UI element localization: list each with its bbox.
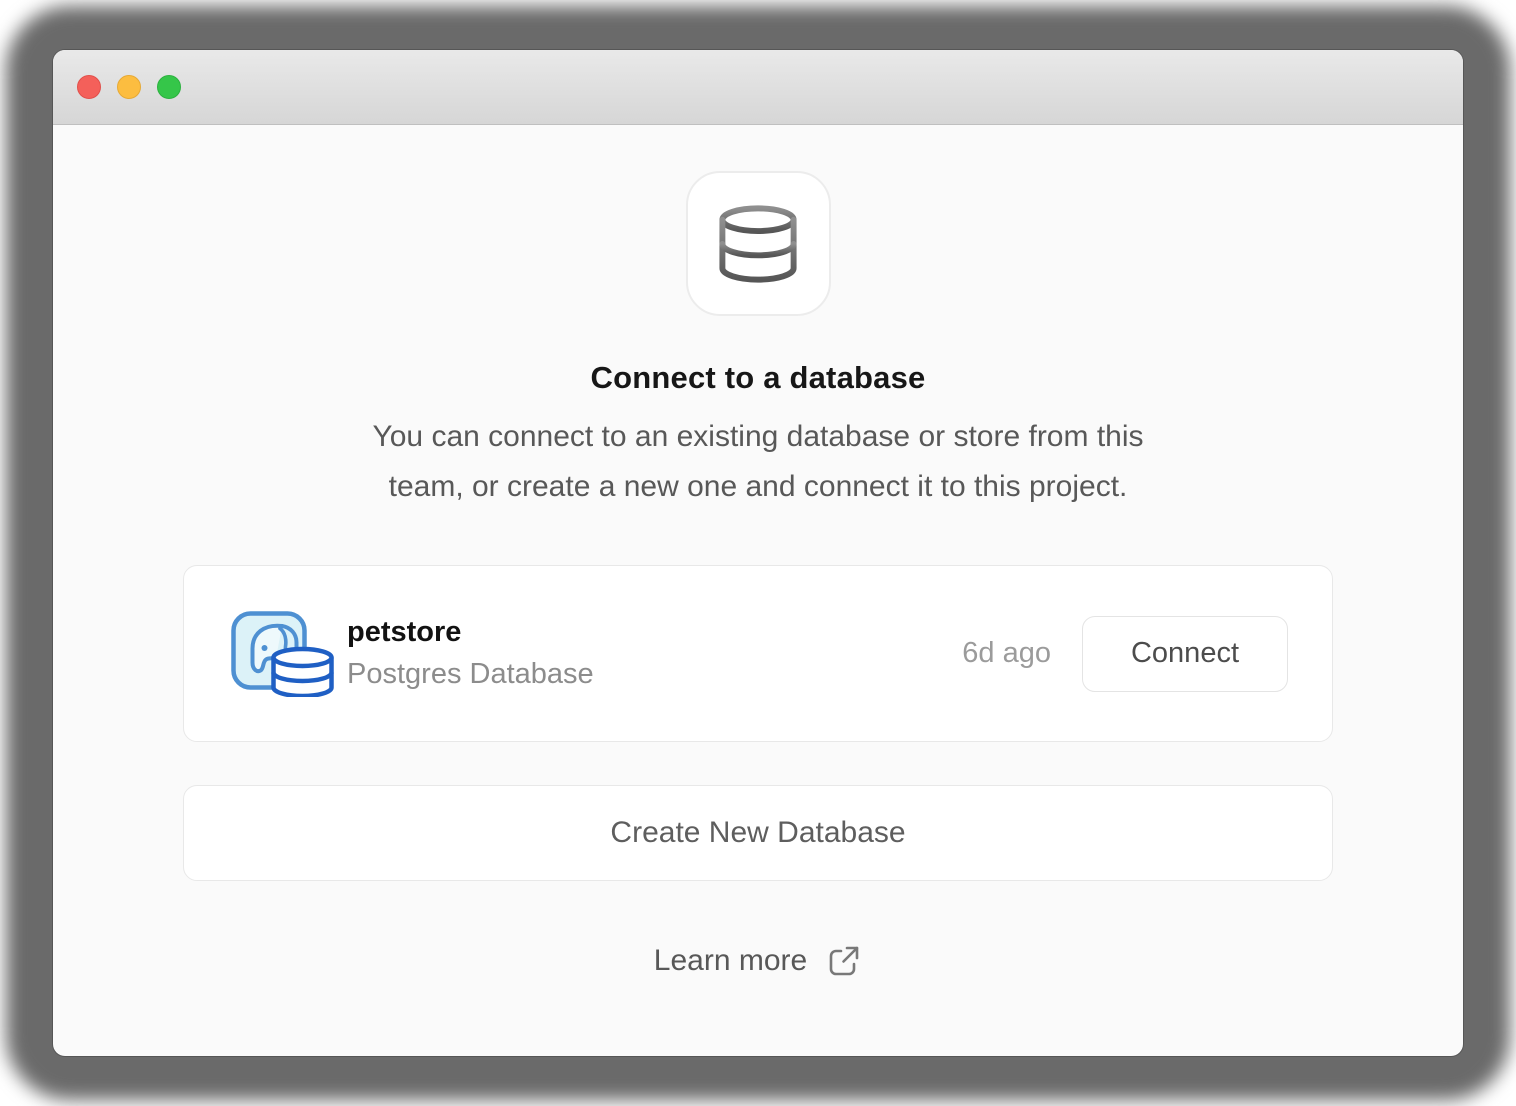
- database-meta: petstore Postgres Database: [347, 616, 594, 691]
- dialog-description-line2: team, or create a new one and connect it…: [372, 462, 1143, 512]
- learn-more-link[interactable]: Learn more: [654, 943, 862, 979]
- titlebar[interactable]: [53, 50, 1463, 125]
- minimize-button[interactable]: [117, 75, 141, 99]
- database-last-used: 6d ago: [962, 637, 1051, 670]
- connect-button[interactable]: Connect: [1082, 616, 1288, 692]
- external-link-icon: [826, 943, 862, 979]
- database-list-item[interactable]: petstore Postgres Database 6d ago Connec…: [183, 565, 1333, 742]
- database-name: petstore: [347, 616, 594, 649]
- traffic-lights: [77, 75, 181, 99]
- learn-more-label: Learn more: [654, 944, 807, 978]
- database-badge: [686, 171, 831, 316]
- zoom-button[interactable]: [157, 75, 181, 99]
- postgres-elephant-icon: [231, 611, 335, 697]
- macos-window: Connect to a database You can connect to…: [53, 50, 1463, 1056]
- connect-database-dialog: Connect to a database You can connect to…: [53, 125, 1463, 979]
- dialog-description: You can connect to an existing database …: [372, 412, 1143, 512]
- database-type: Postgres Database: [347, 658, 594, 691]
- close-button[interactable]: [77, 75, 101, 99]
- dialog-title: Connect to a database: [591, 360, 926, 396]
- dialog-description-line1: You can connect to an existing database …: [372, 412, 1143, 462]
- create-new-database-button[interactable]: Create New Database: [183, 785, 1333, 881]
- database-icon: [717, 205, 799, 283]
